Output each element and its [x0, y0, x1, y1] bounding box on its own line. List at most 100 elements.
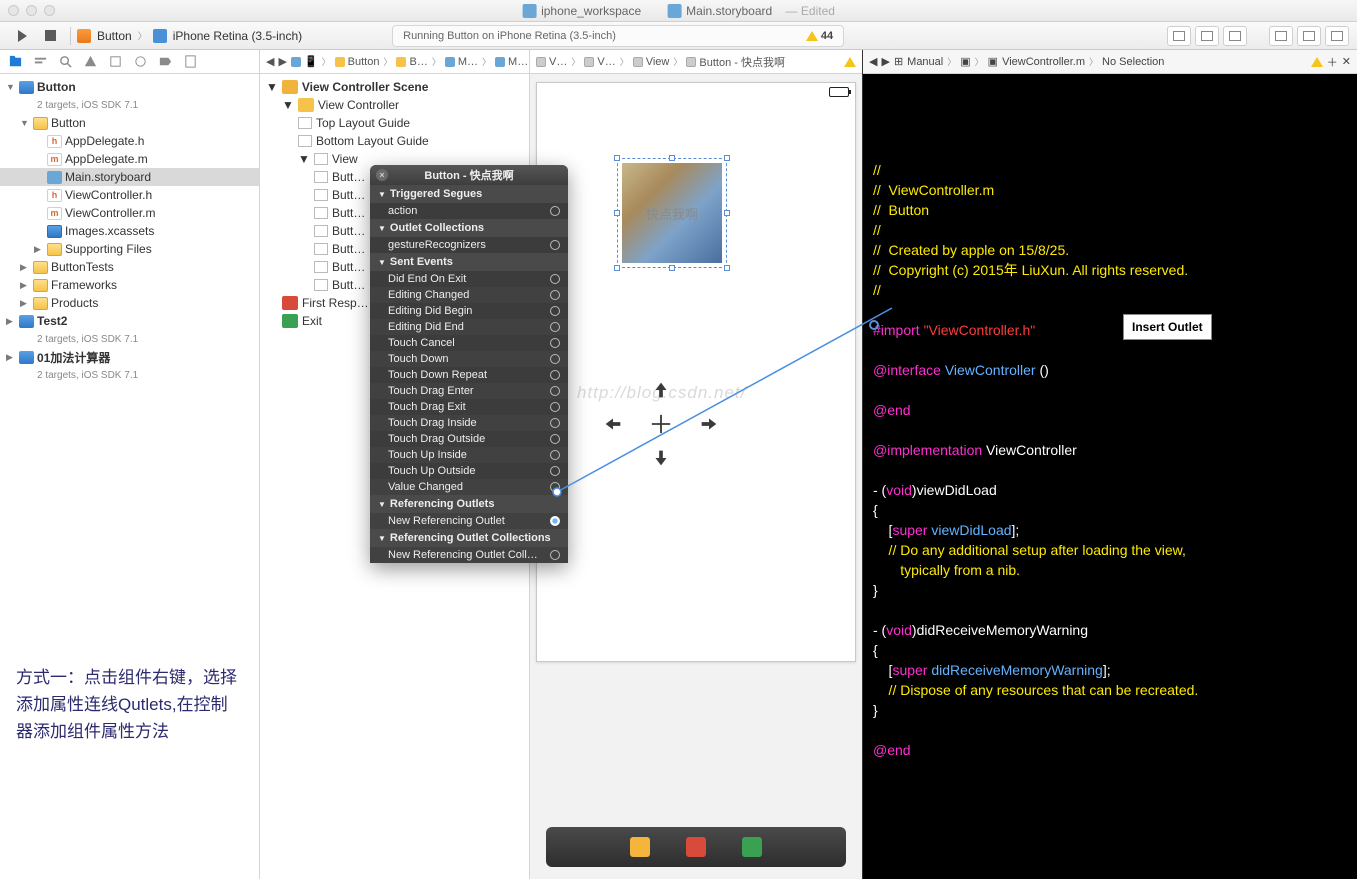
navigator-tabs[interactable] [0, 50, 259, 74]
popover-row[interactable]: Touch Cancel [370, 335, 568, 351]
connection-port-icon[interactable] [550, 290, 560, 300]
arrow-down-icon[interactable] [650, 447, 672, 469]
connections-popover[interactable]: × Button - 快点我啊 ▼Triggered Seguesaction▼… [370, 165, 568, 563]
report-nav-icon[interactable] [183, 54, 198, 69]
popover-row[interactable]: Touch Drag Outside [370, 431, 568, 447]
popover-row[interactable]: Touch Drag Inside [370, 415, 568, 431]
nav-item[interactable]: mAppDelegate.m [0, 150, 259, 168]
scheme-selector[interactable]: Button 〉 iPhone Retina (3.5-inch) [77, 29, 302, 43]
run-button[interactable] [8, 25, 36, 47]
top-guide-row[interactable]: Top Layout Guide [260, 114, 529, 132]
breakpoint-nav-icon[interactable] [158, 54, 173, 69]
symbol-nav-icon[interactable] [33, 54, 48, 69]
connection-port-icon[interactable] [550, 386, 560, 396]
debug-nav-icon[interactable] [133, 54, 148, 69]
toggle-utilities-button[interactable] [1325, 26, 1349, 46]
popover-row[interactable]: gestureRecognizers [370, 237, 568, 253]
connection-port-icon[interactable] [550, 434, 560, 444]
popover-row[interactable]: Value Changed [370, 479, 568, 495]
connection-port-icon[interactable] [550, 450, 560, 460]
connection-port-icon[interactable] [550, 322, 560, 332]
popover-row[interactable]: Editing Did Begin [370, 303, 568, 319]
toggle-debug-area-button[interactable] [1297, 26, 1321, 46]
arrow-center-icon[interactable] [650, 413, 672, 435]
dock-first-responder-icon[interactable] [686, 837, 706, 857]
project-nav-icon[interactable] [8, 54, 23, 69]
nav-item[interactable]: Images.xcassets [0, 222, 259, 240]
warning-icon[interactable] [1311, 57, 1323, 67]
popover-row[interactable]: action [370, 203, 568, 219]
popover-row[interactable]: Touch Up Outside [370, 463, 568, 479]
scene-dock[interactable] [546, 827, 846, 867]
nav-item[interactable]: ▶Frameworks [0, 276, 259, 294]
nav-item[interactable]: ▶ButtonTests [0, 258, 259, 276]
jump-bar-right[interactable]: ◀▶ ⊞Manual〉 ▣〉▣ ViewController.m〉No Sele… [863, 50, 1357, 74]
arrow-up-icon[interactable] [650, 379, 672, 401]
popover-row[interactable]: Did End On Exit [370, 271, 568, 287]
connection-port-icon[interactable] [550, 274, 560, 284]
popover-row[interactable]: Editing Did End [370, 319, 568, 335]
connection-port-icon[interactable] [550, 466, 560, 476]
popover-row[interactable]: New Referencing Outlet [370, 513, 568, 529]
project-root-2[interactable]: ▶Test2 [0, 312, 259, 330]
arrow-right-icon[interactable] [698, 413, 720, 435]
popover-row[interactable]: Touch Down Repeat [370, 367, 568, 383]
back-icon[interactable]: ◀ [266, 55, 274, 68]
ib-canvas[interactable]: V… 〉V… 〉View 〉Button - 快点我啊 快点我啊 http://… [530, 50, 862, 879]
connection-port-icon[interactable] [550, 418, 560, 428]
nav-item[interactable]: ▶Supporting Files [0, 240, 259, 258]
popover-row[interactable]: Touch Down [370, 351, 568, 367]
traffic-lights[interactable] [8, 5, 55, 16]
connection-port-icon[interactable] [550, 550, 560, 560]
issue-nav-icon[interactable] [83, 54, 98, 69]
project-root-3[interactable]: ▶01加法计算器 [0, 348, 259, 366]
dock-vc-icon[interactable] [630, 837, 650, 857]
popover-row[interactable]: Touch Drag Exit [370, 399, 568, 415]
bottom-guide-row[interactable]: Bottom Layout Guide [260, 132, 529, 150]
warning-icon[interactable] [844, 57, 856, 67]
popover-row[interactable]: New Referencing Outlet Coll… [370, 547, 568, 563]
standard-editor-button[interactable] [1167, 26, 1191, 46]
back-icon[interactable]: ◀ [869, 55, 877, 68]
close-icon[interactable]: × [376, 169, 388, 181]
jump-bar-center[interactable]: V… 〉V… 〉View 〉Button - 快点我啊 [530, 50, 862, 74]
connection-port-icon[interactable] [550, 240, 560, 250]
nav-item[interactable]: Main.storyboard [0, 168, 259, 186]
jump-bar-left[interactable]: ◀▶ 📱 〉Button 〉B… 〉M… 〉M… [260, 50, 529, 74]
device-preview[interactable]: 快点我啊 http://blog.csdn.net/ [536, 82, 856, 662]
close-assistant-icon[interactable]: ✕ [1342, 55, 1351, 68]
connection-port-icon[interactable] [550, 482, 560, 492]
dock-exit-icon[interactable] [742, 837, 762, 857]
nav-item[interactable]: hAppDelegate.h [0, 132, 259, 150]
popover-row[interactable]: Touch Up Inside [370, 447, 568, 463]
popover-row[interactable]: Editing Changed [370, 287, 568, 303]
nav-item[interactable]: ▼Button [0, 114, 259, 132]
code-editor-body[interactable]: Insert Outlet //// ViewController.m// Bu… [863, 74, 1357, 879]
stop-button[interactable] [36, 25, 64, 47]
connection-port-icon[interactable] [550, 354, 560, 364]
selected-button[interactable]: 快点我啊 [617, 158, 727, 268]
arrow-left-icon[interactable] [602, 413, 624, 435]
connection-port-icon[interactable] [550, 338, 560, 348]
connection-port-icon[interactable] [550, 402, 560, 412]
assistant-editor-button[interactable] [1195, 26, 1219, 46]
vc-row[interactable]: ▼View Controller [260, 96, 529, 114]
project-root[interactable]: ▼Button [0, 78, 259, 96]
project-tree[interactable]: ▼Button 2 targets, iOS SDK 7.1 ▼ButtonhA… [0, 74, 259, 879]
nav-item[interactable]: ▶Products [0, 294, 259, 312]
add-assistant-icon[interactable]: ＋ [1327, 54, 1338, 70]
connection-port-icon[interactable] [550, 206, 560, 216]
scene-row[interactable]: ▼View Controller Scene [260, 78, 529, 96]
connection-port-icon[interactable] [550, 370, 560, 380]
forward-icon[interactable]: ▶ [278, 55, 286, 68]
version-editor-button[interactable] [1223, 26, 1247, 46]
connection-port-icon[interactable] [550, 516, 560, 526]
connection-port-icon[interactable] [550, 306, 560, 316]
direction-buttons[interactable] [589, 373, 733, 475]
forward-icon[interactable]: ▶ [881, 55, 889, 68]
nav-item[interactable]: mViewController.m [0, 204, 259, 222]
popover-row[interactable]: Touch Drag Enter [370, 383, 568, 399]
test-nav-icon[interactable] [108, 54, 123, 69]
warning-badge[interactable]: 44 [806, 30, 833, 42]
toggle-navigator-button[interactable] [1269, 26, 1293, 46]
